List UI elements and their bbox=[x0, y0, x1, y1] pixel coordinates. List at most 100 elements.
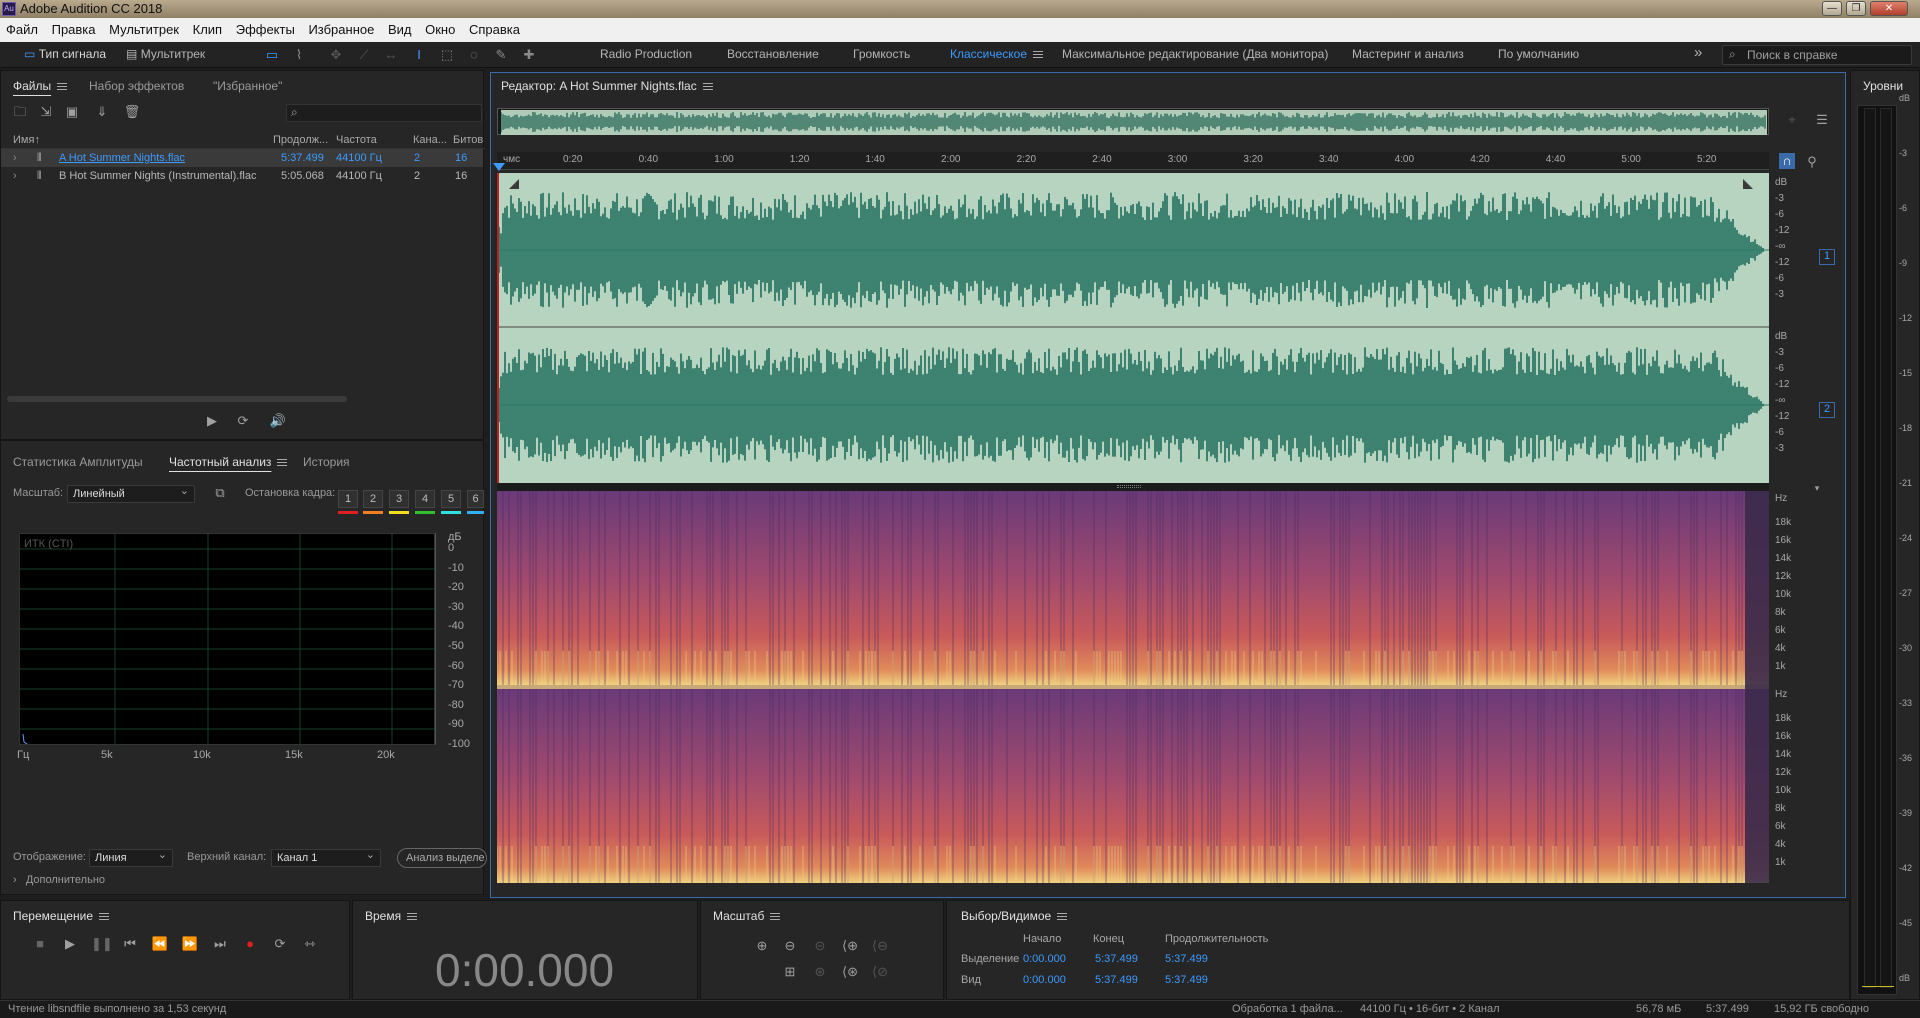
display-select[interactable]: Линия bbox=[89, 847, 173, 867]
analyze-selection-button[interactable]: Анализ выделе bbox=[397, 848, 487, 868]
selection-duration[interactable]: 5:37.499 bbox=[1165, 953, 1208, 965]
rewind-icon[interactable]: ⏪ bbox=[151, 935, 169, 953]
loop-playback-icon[interactable]: ⟳ bbox=[271, 935, 289, 953]
freeze-slot-5[interactable]: 5 bbox=[441, 490, 461, 508]
playhead-marker[interactable] bbox=[493, 163, 505, 171]
workspace-menu-icon[interactable] bbox=[1033, 51, 1044, 59]
scale-select[interactable]: Линейный bbox=[67, 483, 195, 503]
lasso-tool-icon[interactable]: ◌ bbox=[465, 46, 483, 63]
skip-to-end-icon[interactable]: ⏭ bbox=[211, 935, 229, 953]
workspace-mastering[interactable]: Мастеринг и анализ bbox=[1352, 47, 1464, 61]
col-bits[interactable]: Битов bbox=[453, 134, 483, 146]
tab-history[interactable]: История bbox=[303, 455, 350, 469]
menu-view[interactable]: Вид bbox=[382, 18, 416, 37]
col-name[interactable]: Имя↑ bbox=[13, 134, 40, 146]
col-channels[interactable]: Кана... bbox=[413, 134, 447, 146]
frequency-graph[interactable]: ИТК (CTI) bbox=[19, 533, 436, 746]
maximize-button[interactable]: ❐ bbox=[1846, 1, 1866, 16]
time-selection-tool-icon[interactable]: I bbox=[410, 46, 428, 63]
menu-edit[interactable]: Правка bbox=[46, 18, 100, 37]
import-file-icon[interactable]: ⇲ bbox=[37, 103, 55, 121]
files-horizontal-scrollbar[interactable] bbox=[7, 396, 347, 402]
zoom-in-out-point-icon[interactable]: ⟨⊛ bbox=[841, 963, 859, 981]
time-menu-icon[interactable] bbox=[407, 913, 418, 921]
menu-file[interactable]: Файл bbox=[0, 18, 42, 37]
transport-menu-icon[interactable] bbox=[99, 913, 109, 921]
file-row[interactable]: › ⫴ A Hot Summer Nights.flac 5:37.499 44… bbox=[1, 149, 483, 167]
advanced-options-icon[interactable]: ⧉ bbox=[211, 484, 229, 502]
waveform-view-icon[interactable]: ▭ bbox=[263, 46, 281, 63]
marker-pin-icon[interactable]: ⚲ bbox=[1803, 153, 1821, 171]
col-duration[interactable]: Продолж... bbox=[273, 134, 328, 146]
selection-start[interactable]: 0:00.000 bbox=[1023, 953, 1066, 965]
selection-end[interactable]: 5:37.499 bbox=[1095, 953, 1138, 965]
freeze-slot-4[interactable]: 4 bbox=[415, 490, 435, 508]
col-rate[interactable]: Частота bbox=[336, 134, 377, 146]
freeze-slot-6[interactable]: 6 bbox=[467, 490, 484, 508]
tab-frequency-analysis[interactable]: Частотный анализ bbox=[169, 455, 288, 469]
current-time-display[interactable]: 0:00.000 bbox=[435, 943, 614, 997]
collapse-spectral-icon[interactable]: ▾ bbox=[1811, 483, 1823, 493]
channel-1-toggle[interactable]: 1 bbox=[1819, 249, 1835, 265]
fast-forward-icon[interactable]: ⏩ bbox=[181, 935, 199, 953]
menu-window[interactable]: Окно bbox=[419, 18, 459, 37]
more-workspaces-icon[interactable]: » bbox=[1694, 44, 1702, 61]
loop-preview-icon[interactable]: ⟳ bbox=[234, 412, 252, 430]
zoom-out-amplitude-icon[interactable]: ⊖ bbox=[781, 937, 799, 955]
waveform-mode-button[interactable]: ▭ Тип сигнала bbox=[24, 47, 106, 61]
spot-healing-tool-icon[interactable]: ✚ bbox=[520, 46, 538, 63]
view-start[interactable]: 0:00.000 bbox=[1023, 974, 1066, 986]
channel-2-toggle[interactable]: 2 bbox=[1819, 402, 1835, 418]
menu-favorites[interactable]: Избранное bbox=[302, 18, 378, 37]
zoom-in-amplitude-icon[interactable]: ⊕ bbox=[753, 937, 771, 955]
tab-effects-rack[interactable]: Набор эффектов bbox=[89, 79, 184, 93]
workspace-radio-production[interactable]: Radio Production bbox=[600, 47, 692, 61]
waveform-display[interactable] bbox=[497, 173, 1769, 483]
razor-tool-icon[interactable]: ⟋ bbox=[355, 46, 373, 63]
time-ruler[interactable]: 0:20 0:40 1:00 1:20 1:40 2:00 2:20 2:40 3:00 3:20… bbox=[497, 152, 1769, 170]
zoom-reset-icon[interactable]: ⟨⊘ bbox=[871, 963, 889, 981]
editor-tab[interactable]: Редактор: A Hot Summer Nights.flac bbox=[501, 79, 713, 93]
zoom-in-time-icon[interactable]: ⟨⊕ bbox=[841, 937, 859, 955]
view-splitter[interactable] bbox=[497, 483, 1769, 491]
spectral-display[interactable] bbox=[497, 491, 1769, 883]
overview-navigator[interactable] bbox=[497, 108, 1769, 135]
play-preview-icon[interactable]: ▶ bbox=[203, 412, 221, 430]
zoom-out-full-icon[interactable]: ⊝ bbox=[811, 937, 829, 955]
play-icon[interactable]: ▶ bbox=[61, 935, 79, 953]
zoom-to-selection-button-icon[interactable]: ⊞ bbox=[781, 963, 799, 981]
zoom-menu-icon[interactable] bbox=[770, 913, 781, 921]
display-options-icon[interactable]: ☰ bbox=[1813, 111, 1831, 129]
tab-amplitude-statistics[interactable]: Статистика Амплитуды bbox=[13, 455, 143, 469]
expand-icon[interactable]: › bbox=[13, 149, 17, 167]
view-duration[interactable]: 5:37.499 bbox=[1165, 974, 1208, 986]
workspace-loudness[interactable]: Громкость bbox=[853, 47, 910, 61]
selection-menu-icon[interactable] bbox=[1057, 913, 1068, 921]
freeze-slot-3[interactable]: 3 bbox=[389, 490, 409, 508]
help-search-input[interactable]: ⌕ Поиск в справке bbox=[1722, 45, 1912, 65]
view-end[interactable]: 5:37.499 bbox=[1095, 974, 1138, 986]
menu-clip[interactable]: Клип bbox=[187, 18, 226, 37]
files-search-input[interactable]: ⌕ bbox=[286, 104, 482, 122]
stop-icon[interactable]: ■ bbox=[31, 935, 49, 953]
editor-menu-icon[interactable] bbox=[702, 83, 713, 91]
workspace-default[interactable]: По умолчанию bbox=[1498, 47, 1579, 61]
menu-help[interactable]: Справка bbox=[463, 18, 524, 37]
zoom-in-point-icon[interactable]: ⊛ bbox=[811, 963, 829, 981]
zoom-out-time-icon[interactable]: ⟨⊖ bbox=[871, 937, 889, 955]
advanced-section-toggle[interactable]: › Дополнительно bbox=[13, 874, 105, 886]
top-channel-select[interactable]: Канал 1 bbox=[271, 847, 381, 867]
playhead-line[interactable] bbox=[497, 173, 499, 483]
spectral-view-icon[interactable]: ⌇ bbox=[290, 46, 308, 63]
marquee-tool-icon[interactable]: ⬚ bbox=[438, 46, 456, 63]
close-button[interactable]: ✕ bbox=[1870, 1, 1908, 16]
skip-to-start-icon[interactable]: ⏮ bbox=[121, 935, 139, 953]
file-row[interactable]: › ⫴ B Hot Summer Nights (Instrumental).f… bbox=[1, 167, 483, 185]
tab-favorites[interactable]: "Избранное" bbox=[213, 79, 282, 93]
menu-effects[interactable]: Эффекты bbox=[230, 18, 299, 37]
workspace-classic[interactable]: Классическое bbox=[950, 47, 1044, 61]
minimize-button[interactable]: — bbox=[1822, 1, 1842, 16]
levels-tab[interactable]: Уровни bbox=[1863, 79, 1903, 93]
delete-file-icon[interactable]: 🗑 bbox=[123, 103, 141, 121]
move-tool-icon[interactable]: ✥ bbox=[327, 46, 345, 63]
